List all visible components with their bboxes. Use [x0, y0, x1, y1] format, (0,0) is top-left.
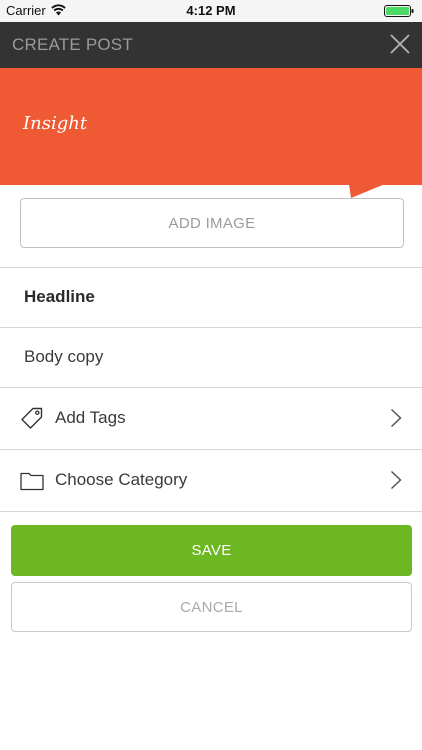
- choose-category-row[interactable]: Choose Category: [0, 450, 422, 510]
- post-type-title: Insight: [23, 113, 88, 134]
- chevron-right-icon: [390, 408, 402, 428]
- status-bar: Carrier 4:12 PM: [0, 0, 422, 22]
- divider: [0, 267, 422, 268]
- chevron-right-icon: [390, 470, 402, 490]
- nav-bar: CREATE POST: [0, 22, 422, 68]
- page-title: CREATE POST: [12, 35, 133, 54]
- status-time: 4:12 PM: [186, 3, 236, 18]
- add-tags-label: Add Tags: [55, 408, 126, 427]
- battery-icon: [384, 5, 414, 17]
- close-icon[interactable]: [388, 32, 412, 56]
- folder-icon: [20, 472, 44, 491]
- add-tags-row[interactable]: Add Tags: [0, 388, 422, 448]
- tag-icon: [21, 407, 43, 429]
- post-type-banner: Insight: [0, 68, 422, 185]
- cancel-button[interactable]: CANCEL: [11, 582, 412, 632]
- save-button[interactable]: SAVE: [11, 525, 412, 576]
- divider: [0, 511, 422, 512]
- choose-category-label: Choose Category: [55, 470, 188, 489]
- divider: [0, 327, 422, 328]
- body-copy-field[interactable]: Body copy: [24, 347, 103, 367]
- headline-field[interactable]: Headline: [24, 287, 95, 307]
- add-image-button[interactable]: ADD IMAGE: [20, 198, 404, 248]
